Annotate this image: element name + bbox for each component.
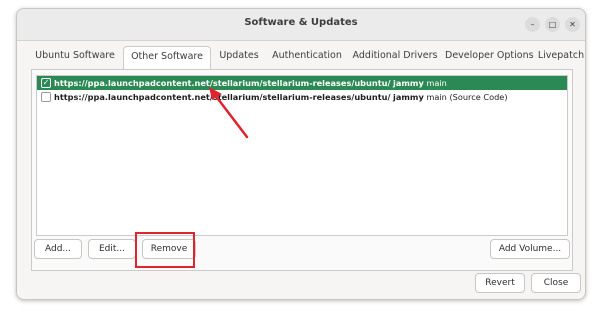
add-volume-button[interactable]: Add Volume... xyxy=(490,239,570,259)
tab-additional-drivers[interactable]: Additional Drivers xyxy=(347,46,443,68)
edit-button[interactable]: Edit... xyxy=(88,239,136,259)
sources-list[interactable]: ✓ https://ppa.launchpadcontent.net/stell… xyxy=(36,75,568,236)
tab-authentication[interactable]: Authentication xyxy=(269,46,345,68)
close-button[interactable]: Close xyxy=(531,273,581,293)
source-components: main xyxy=(426,78,447,88)
source-checkbox[interactable] xyxy=(41,92,51,102)
tab-updates[interactable]: Updates xyxy=(211,46,267,68)
tab-ubuntu-software[interactable]: Ubuntu Software xyxy=(29,46,121,68)
revert-button[interactable]: Revert xyxy=(475,273,525,293)
tab-bar: Ubuntu Software Other Software Updates A… xyxy=(29,46,584,70)
tab-livepatch[interactable]: Livepatch xyxy=(535,46,585,68)
source-dist: jammy xyxy=(393,78,424,88)
minimize-icon[interactable]: – xyxy=(525,17,540,32)
source-row[interactable]: ✓ https://ppa.launchpadcontent.net/stell… xyxy=(37,76,567,90)
maximize-icon[interactable]: □ xyxy=(545,17,560,32)
add-button[interactable]: Add... xyxy=(34,239,82,259)
tab-developer-options[interactable]: Developer Options xyxy=(445,46,534,68)
title-bar[interactable]: Software & Updates – □ ✕ xyxy=(17,9,585,41)
window-title: Software & Updates xyxy=(244,17,358,28)
remove-highlight-box xyxy=(135,232,195,268)
tab-other-software[interactable]: Other Software xyxy=(123,46,211,70)
close-icon[interactable]: ✕ xyxy=(565,17,580,32)
source-text: https://ppa.launchpadcontent.net/stellar… xyxy=(54,90,508,104)
source-dist: jammy xyxy=(393,92,424,102)
other-software-panel: ✓ https://ppa.launchpadcontent.net/stell… xyxy=(31,69,573,271)
source-checkbox[interactable]: ✓ xyxy=(41,78,51,88)
source-components: main (Source Code) xyxy=(426,92,508,102)
source-row[interactable]: https://ppa.launchpadcontent.net/stellar… xyxy=(37,90,567,104)
software-updates-window: Software & Updates – □ ✕ Ubuntu Software… xyxy=(16,8,586,300)
annotation-arrow-icon xyxy=(209,87,249,139)
